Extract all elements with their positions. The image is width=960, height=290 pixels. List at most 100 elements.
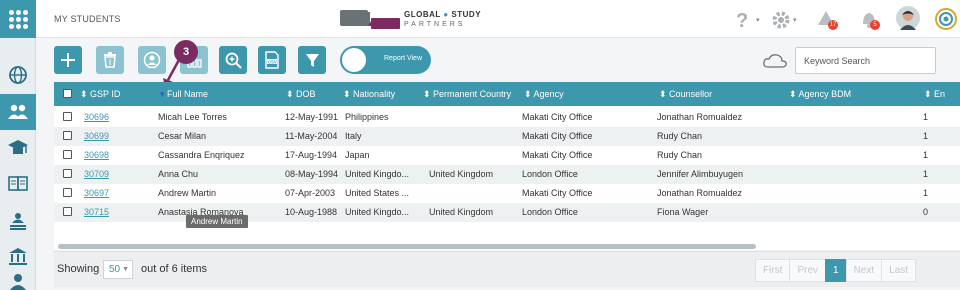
first-page-button[interactable]: First — [755, 259, 791, 282]
svg-text:CSV: CSV — [268, 59, 277, 64]
col-header-counsellor[interactable]: ⬍ Counsellor — [659, 89, 712, 100]
items-count-label: out of 6 items — [141, 263, 208, 275]
chevron-down-icon: ▾ — [756, 17, 760, 24]
top-header: MY STUDENTS GLOBAL ● STUDY PARTNERS ? ▾ … — [36, 0, 960, 38]
full-name-cell: Anna Chu — [158, 169, 199, 179]
dob-cell: 07-Apr-2003 — [285, 188, 336, 198]
nationality-cell: Japan — [345, 150, 370, 160]
keyword-search-input[interactable] — [795, 47, 936, 74]
alerts-button[interactable]: 17 — [814, 6, 840, 32]
row-checkbox[interactable] — [63, 188, 72, 197]
user-avatar[interactable] — [896, 6, 920, 30]
svg-text:?: ? — [736, 10, 748, 31]
table-row[interactable]: 30709 Anna Chu 08-May-1994 United Kingdo… — [54, 165, 960, 184]
signal-icon — [935, 8, 957, 30]
sidebar-item-students[interactable] — [0, 94, 36, 130]
chevron-down-icon: ▼ — [122, 266, 129, 273]
gsp-id-link[interactable]: 30696 — [84, 112, 109, 122]
current-page-button[interactable]: 1 — [825, 259, 847, 282]
brand-tagline: PARTNERS — [404, 20, 466, 28]
gsp-id-link[interactable]: 30709 — [84, 169, 109, 179]
toggle-knob — [342, 48, 366, 72]
agency-cell: London Office — [522, 169, 578, 179]
row-checkbox[interactable] — [63, 131, 72, 140]
user-circle-icon — [143, 51, 161, 69]
last-page-button[interactable]: Last — [881, 259, 917, 282]
sidebar-item-agents[interactable] — [0, 203, 36, 239]
filter-button[interactable] — [298, 46, 326, 74]
page-size-select[interactable]: 50 ▼ — [103, 260, 133, 279]
wifi-status-button[interactable] — [934, 7, 958, 31]
prev-page-button[interactable]: Prev — [789, 259, 827, 282]
gsp-id-link[interactable]: 30697 — [84, 188, 109, 198]
documents-icon — [8, 176, 28, 191]
cloud-sync-icon[interactable] — [762, 53, 788, 69]
students-icon — [8, 104, 28, 119]
report-view-toggle[interactable]: Report View — [340, 46, 431, 74]
alerts-count-badge: 17 — [828, 20, 838, 30]
add-student-button[interactable] — [54, 46, 82, 74]
brand-name-a: GLOBAL — [404, 9, 441, 19]
chevron-down-icon: ▾ — [793, 17, 797, 24]
sidebar-item-applications[interactable] — [0, 166, 36, 202]
row-checkbox[interactable] — [63, 150, 72, 159]
export-csv-button[interactable]: CSV — [258, 46, 286, 74]
sidebar-item-institutions[interactable] — [0, 239, 36, 275]
table-row[interactable]: 30698 Cassandra Enqriquez 17-Aug-1994 Ja… — [54, 146, 960, 165]
col-header-nationality[interactable]: ⬍ Nationality — [343, 89, 395, 100]
delete-button[interactable] — [96, 46, 124, 74]
col-header-en[interactable]: ⬍ En — [924, 89, 945, 100]
funnel-icon — [305, 53, 319, 67]
col-header-dob[interactable]: ⬍ DOB — [286, 89, 316, 100]
sidebar-item-globe[interactable] — [0, 57, 36, 93]
trash-icon — [104, 52, 116, 68]
app-menu-button[interactable] — [0, 0, 36, 38]
gsp-id-link[interactable]: 30715 — [84, 207, 109, 217]
table-row[interactable]: 30699 Cesar Milan 11-May-2004 Italy Maka… — [54, 127, 960, 146]
counsellor-cell: Jonathan Romualdez — [657, 188, 743, 198]
brand-logo: GLOBAL ● STUDY PARTNERS — [340, 8, 481, 30]
col-header-permanent-country[interactable]: ⬍ Permanent Country — [423, 89, 520, 100]
en-cell: 1 — [923, 112, 929, 122]
nationality-cell: Philippines — [345, 112, 389, 122]
plus-icon — [61, 53, 75, 67]
magnifier-plus-icon — [225, 52, 242, 69]
row-checkbox[interactable] — [63, 112, 72, 121]
notifications-button[interactable]: 5 — [858, 6, 884, 32]
sidebar-item-courses[interactable] — [0, 130, 36, 166]
nationality-cell: Italy — [345, 131, 362, 141]
agency-cell: Makati City Office — [522, 112, 593, 122]
row-checkbox[interactable] — [63, 207, 72, 216]
dob-cell: 12-May-1991 — [285, 112, 339, 122]
select-all-checkbox[interactable] — [63, 89, 72, 98]
next-page-button[interactable]: Next — [845, 259, 883, 282]
page-size-value: 50 — [109, 264, 121, 275]
dob-cell: 11-May-2004 — [285, 131, 338, 141]
horizontal-scrollbar-thumb[interactable] — [58, 244, 756, 249]
col-header-full-name[interactable]: ▾ Full Name — [160, 89, 208, 100]
table-row[interactable]: 30696 Micah Lee Torres 12-May-1991 Phili… — [54, 108, 960, 127]
agency-cell: Makati City Office — [522, 188, 593, 198]
gsp-id-link[interactable]: 30698 — [84, 150, 109, 160]
permanent-country-cell: United Kingdom — [429, 169, 494, 179]
dob-cell: 08-May-1994 — [285, 169, 339, 179]
col-header-agency[interactable]: ⬍ Agency — [524, 89, 564, 100]
col-header-gsp-id[interactable]: ⬍ GSP ID — [80, 89, 120, 100]
table-row[interactable]: 30697 Andrew Martin 07-Apr-2003 United S… — [54, 184, 960, 203]
row-checkbox[interactable] — [63, 169, 72, 178]
help-menu[interactable]: ? ▾ — [733, 9, 760, 31]
counsellor-cell: Fiona Wager — [657, 207, 709, 217]
dob-cell: 10-Aug-1988 — [285, 207, 338, 217]
sidebar-item-users[interactable] — [0, 272, 36, 290]
col-header-agency-bdm[interactable]: ⬍ Agency BDM — [789, 89, 851, 100]
gsp-id-link[interactable]: 30699 — [84, 131, 109, 141]
showing-label: Showing — [57, 263, 100, 275]
settings-menu[interactable]: ▾ — [770, 9, 797, 31]
dob-cell: 17-Aug-1994 — [285, 150, 338, 160]
en-cell: 1 — [923, 188, 929, 198]
table-header-row: ⬍ GSP ID ▾ Full Name ⬍ DOB ⬍ Nationality… — [54, 82, 960, 106]
permanent-country-cell: United Kingdom — [429, 207, 494, 217]
zoom-button[interactable] — [219, 46, 247, 74]
gear-icon — [772, 11, 790, 29]
csv-file-icon: CSV — [265, 51, 279, 69]
